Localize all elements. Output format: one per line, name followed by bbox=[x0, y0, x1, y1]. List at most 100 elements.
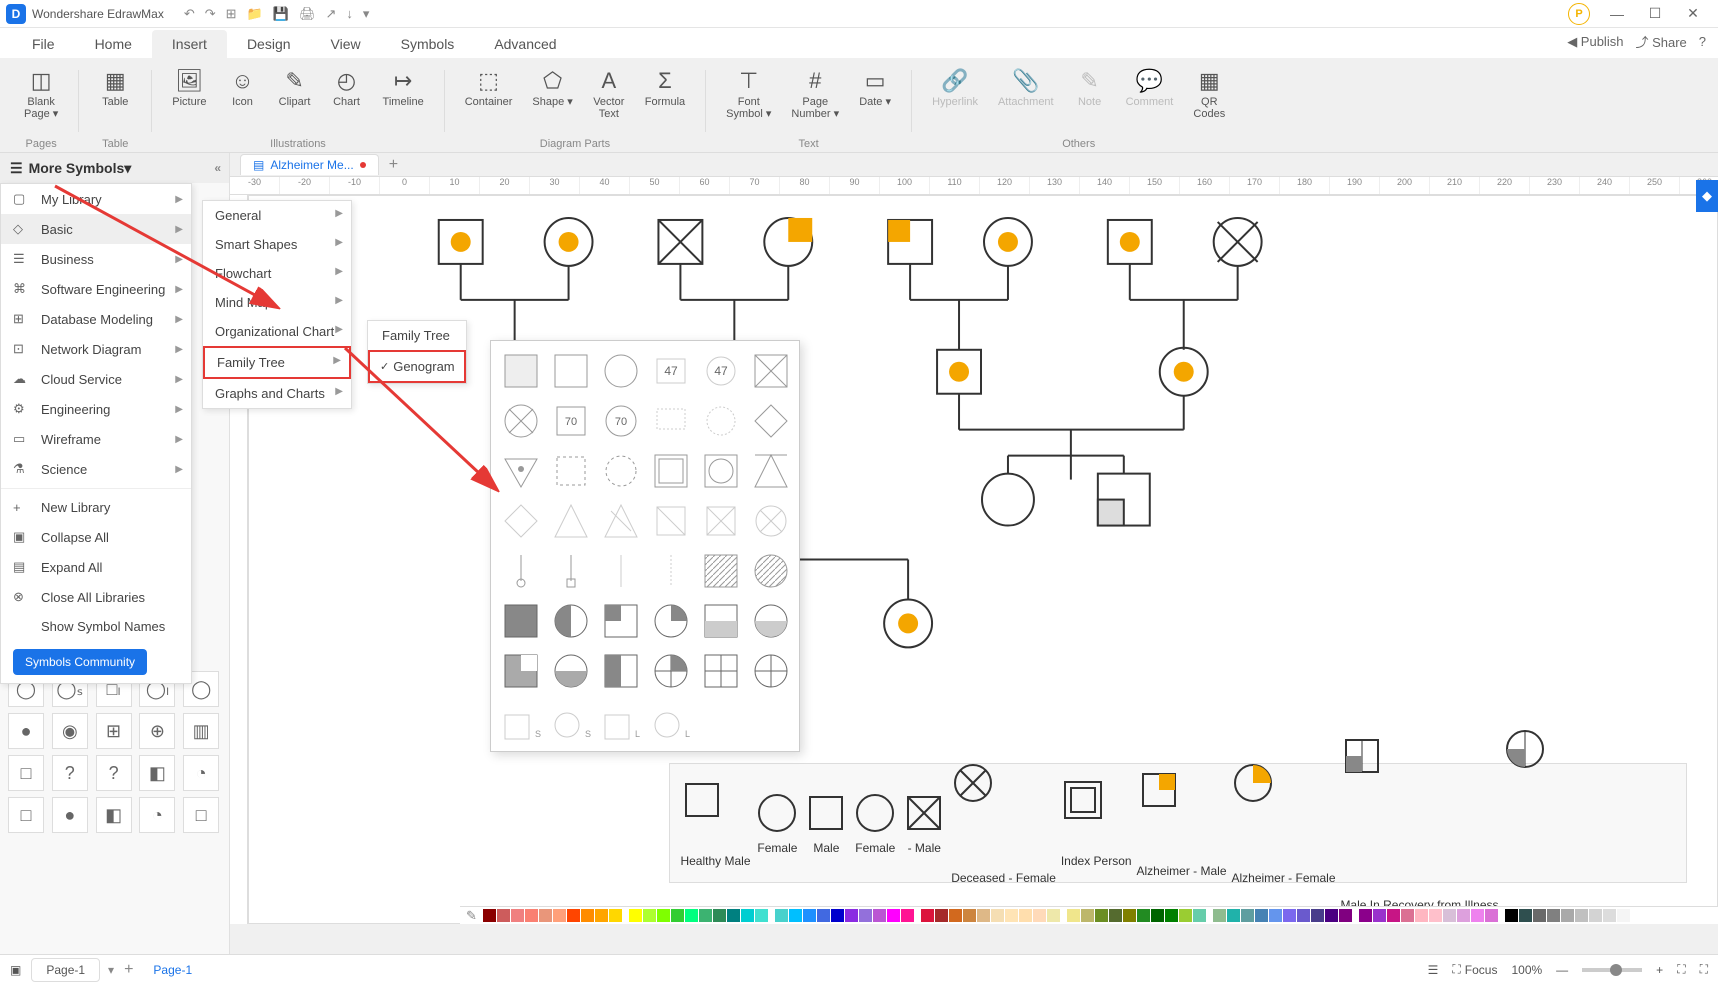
color-swatch[interactable] bbox=[1179, 909, 1192, 922]
color-swatch[interactable] bbox=[1311, 909, 1324, 922]
color-swatch[interactable] bbox=[1269, 909, 1282, 922]
symbol-thumb[interactable]: ◧ bbox=[139, 755, 175, 791]
color-swatch[interactable] bbox=[921, 909, 934, 922]
palette-symbol-15[interactable] bbox=[651, 451, 691, 491]
color-swatch[interactable] bbox=[1193, 909, 1206, 922]
color-swatch[interactable] bbox=[525, 909, 538, 922]
color-swatch[interactable] bbox=[1457, 909, 1470, 922]
palette-symbol-31[interactable] bbox=[551, 601, 591, 641]
symbol-thumb[interactable]: ◧ bbox=[96, 797, 132, 833]
palette-symbol-21[interactable] bbox=[651, 501, 691, 541]
color-swatch[interactable] bbox=[963, 909, 976, 922]
color-swatch[interactable] bbox=[1471, 909, 1484, 922]
add-page-button[interactable]: + bbox=[124, 961, 133, 979]
color-swatch[interactable] bbox=[685, 909, 698, 922]
palette-symbol-36[interactable] bbox=[501, 651, 541, 691]
layers-icon[interactable]: ☰ bbox=[1428, 963, 1439, 977]
color-swatch[interactable] bbox=[1359, 909, 1372, 922]
palette-symbol-24[interactable] bbox=[501, 551, 541, 591]
palette-symbol-16[interactable] bbox=[701, 451, 741, 491]
palette-symbol-7[interactable]: 70 bbox=[551, 401, 591, 441]
maximize-button[interactable]: ☐ bbox=[1636, 5, 1674, 22]
fit-page-button[interactable]: ⛶ bbox=[1677, 962, 1685, 977]
ribbon-qr-codes-button[interactable]: ▦QRCodes bbox=[1185, 64, 1233, 136]
color-swatch[interactable] bbox=[1241, 909, 1254, 922]
publish-button[interactable]: ◀ Publish bbox=[1567, 34, 1623, 50]
color-swatch[interactable] bbox=[483, 909, 496, 922]
color-swatch[interactable] bbox=[1415, 909, 1428, 922]
color-swatch[interactable] bbox=[1429, 909, 1442, 922]
color-swatch[interactable] bbox=[1109, 909, 1122, 922]
color-swatch[interactable] bbox=[629, 909, 642, 922]
color-swatch[interactable] bbox=[1047, 909, 1060, 922]
zoom-level[interactable]: 100% bbox=[1511, 963, 1542, 977]
palette-symbol-41[interactable] bbox=[751, 651, 791, 691]
symbol-thumb[interactable]: ⊞ bbox=[96, 713, 132, 749]
color-swatch[interactable] bbox=[1519, 909, 1532, 922]
palette-symbol-27[interactable] bbox=[651, 551, 691, 591]
focus-button[interactable]: ⛶ Focus bbox=[1452, 962, 1497, 977]
new-icon[interactable]: ⊞ bbox=[226, 6, 237, 22]
color-swatch[interactable] bbox=[1617, 909, 1630, 922]
color-swatch[interactable] bbox=[755, 909, 768, 922]
palette-symbol-29[interactable] bbox=[751, 551, 791, 591]
menu-view[interactable]: View bbox=[311, 30, 381, 58]
color-swatch[interactable] bbox=[789, 909, 802, 922]
color-swatch[interactable] bbox=[1283, 909, 1296, 922]
color-swatch[interactable] bbox=[817, 909, 830, 922]
ribbon-date--button[interactable]: ▭Date ▾ bbox=[851, 64, 899, 136]
symbols-community-button[interactable]: Symbols Community bbox=[13, 649, 147, 675]
document-tab[interactable]: ▤ Alzheimer Me... bbox=[240, 154, 379, 175]
zoom-slider[interactable] bbox=[1582, 968, 1642, 972]
color-swatch[interactable] bbox=[1297, 909, 1310, 922]
submenu-graphs-and-charts[interactable]: Graphs and Charts▶ bbox=[203, 379, 351, 408]
color-swatch[interactable] bbox=[1339, 909, 1352, 922]
palette-symbol-9[interactable] bbox=[651, 401, 691, 441]
library-item-engineering[interactable]: ⚙Engineering▶ bbox=[1, 394, 191, 424]
palette-symbol-30[interactable] bbox=[501, 601, 541, 641]
palette-symbol-13[interactable] bbox=[551, 451, 591, 491]
palette-symbol-3[interactable]: 47 bbox=[651, 351, 691, 391]
user-avatar[interactable]: P bbox=[1568, 3, 1590, 25]
share-button[interactable]: ⤴ Share bbox=[1635, 32, 1686, 51]
color-swatch[interactable] bbox=[775, 909, 788, 922]
ribbon-font-symbol--button[interactable]: ⊤FontSymbol ▾ bbox=[718, 64, 779, 136]
undo-icon[interactable]: ↶ bbox=[184, 6, 195, 22]
color-swatch[interactable] bbox=[935, 909, 948, 922]
page-tab[interactable]: Page-1 bbox=[31, 958, 100, 982]
add-tab-button[interactable]: + bbox=[379, 156, 408, 174]
color-swatch[interactable] bbox=[581, 909, 594, 922]
zoom-in-button[interactable]: + bbox=[1656, 963, 1663, 977]
color-swatch[interactable] bbox=[873, 909, 886, 922]
palette-symbol-22[interactable] bbox=[701, 501, 741, 541]
redo-icon[interactable]: ↷ bbox=[205, 6, 216, 22]
color-swatch[interactable] bbox=[1631, 909, 1644, 922]
palette-symbol-37[interactable] bbox=[551, 651, 591, 691]
palette-symbol-42[interactable]: S bbox=[501, 701, 541, 741]
library-action-new-library[interactable]: +New Library bbox=[1, 493, 191, 522]
palette-symbol-45[interactable]: L bbox=[651, 701, 691, 741]
color-swatch[interactable] bbox=[859, 909, 872, 922]
palette-symbol-14[interactable] bbox=[601, 451, 641, 491]
show-symbol-names[interactable]: Show Symbol Names bbox=[1, 612, 191, 641]
palette-symbol-1[interactable] bbox=[551, 351, 591, 391]
ribbon-formula-button[interactable]: ΣFormula bbox=[637, 64, 693, 136]
ribbon-clipart-button[interactable]: ✎Clipart bbox=[271, 64, 319, 136]
color-swatch[interactable] bbox=[901, 909, 914, 922]
menu-symbols[interactable]: Symbols bbox=[381, 30, 475, 58]
palette-symbol-32[interactable] bbox=[601, 601, 641, 641]
library-action-expand-all[interactable]: ▤Expand All bbox=[1, 552, 191, 582]
symbol-thumb[interactable]: □ bbox=[183, 797, 219, 833]
color-swatch[interactable] bbox=[1019, 909, 1032, 922]
palette-symbol-5[interactable] bbox=[751, 351, 791, 391]
menu-home[interactable]: Home bbox=[75, 30, 152, 58]
symbol-thumb[interactable]: ◔ bbox=[139, 797, 175, 833]
symbol-thumb[interactable]: ◉ bbox=[52, 713, 88, 749]
fullscreen-button[interactable]: ⛶ bbox=[1700, 962, 1708, 977]
ribbon-picture-button[interactable]: 🖼Picture bbox=[164, 64, 214, 136]
ribbon-chart-button[interactable]: ◴Chart bbox=[323, 64, 371, 136]
color-swatch[interactable] bbox=[741, 909, 754, 922]
color-swatch[interactable] bbox=[1373, 909, 1386, 922]
ribbon-page-number--button[interactable]: #PageNumber ▾ bbox=[783, 64, 847, 136]
ribbon-timeline-button[interactable]: ↦Timeline bbox=[375, 64, 432, 136]
